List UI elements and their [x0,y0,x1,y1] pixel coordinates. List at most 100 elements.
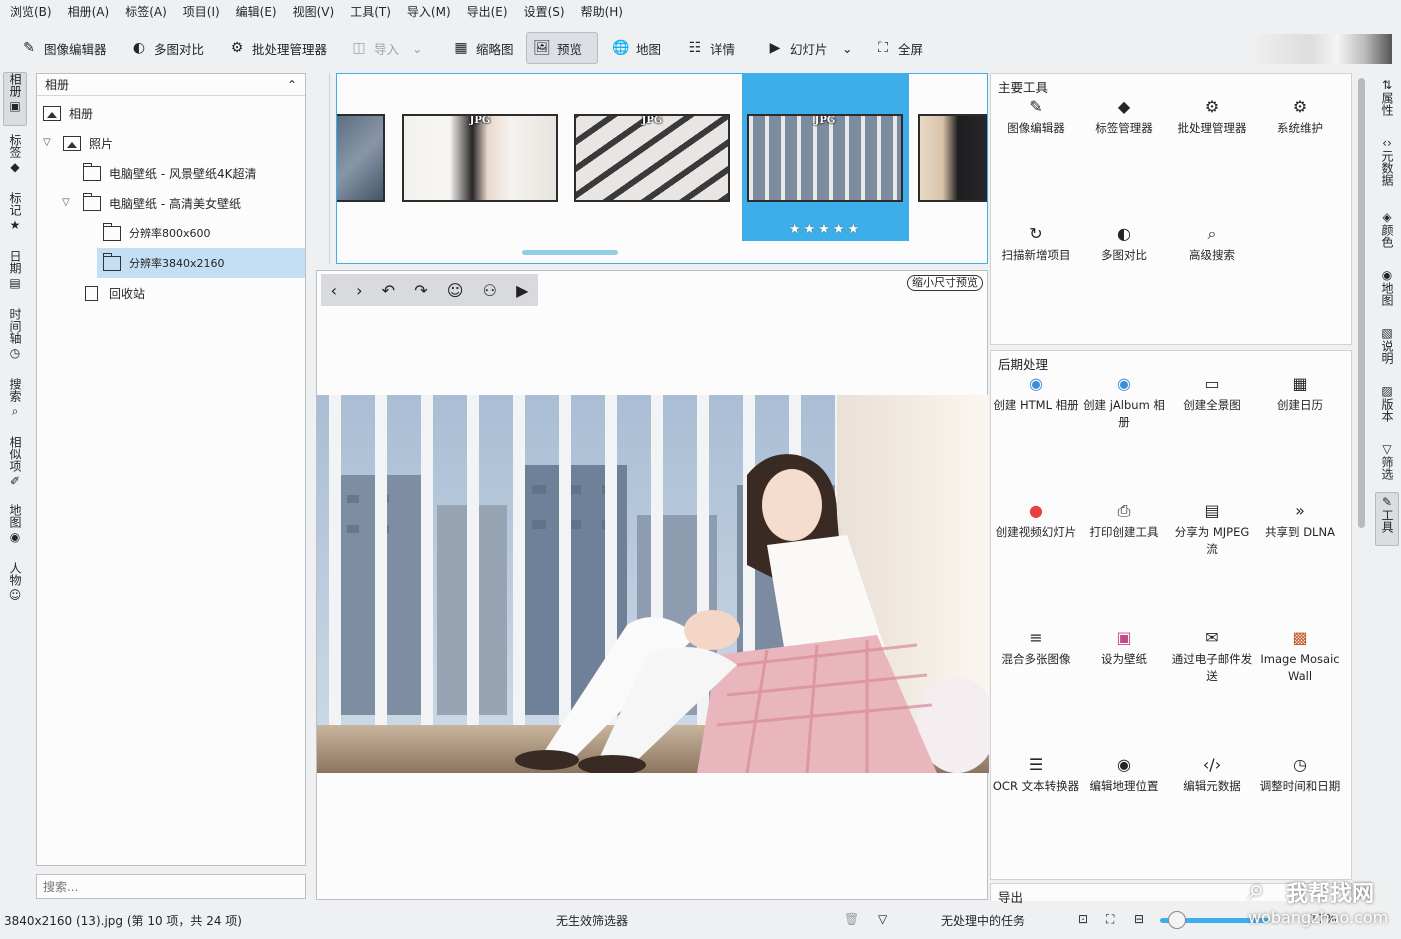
zoom-out-icon[interactable]: ⊟ [1134,912,1144,926]
tool-maintenance[interactable]: ⚙ 系统维护 [1256,96,1344,137]
person-icon[interactable]: ☺ [447,281,464,300]
tool-tag-manager[interactable]: ◆ 标签管理器 [1080,96,1168,137]
tab-tags[interactable]: 标签 ◆ [3,134,27,184]
menu-item[interactable]: 项目(I) [177,1,230,23]
import-button[interactable]: ◫ 导入 [344,32,405,64]
thumbnail[interactable] [918,114,987,202]
tool-create-panorama[interactable]: ▭ 创建全景图 [1168,373,1256,414]
tool-edit-geolocation[interactable]: ◉ 编辑地理位置 [1080,754,1168,795]
menu-help[interactable]: 帮助(H) [575,1,633,23]
tool-create-jalbum[interactable]: ◉ 创建 jAlbum 相册 [1080,373,1168,431]
thumbnail[interactable] [337,114,385,202]
tab-filters[interactable]: ▽ 筛选 [1375,440,1399,494]
tool-advanced-search[interactable]: ⌕ 高级搜索 [1168,223,1256,264]
zoom-slider-handle[interactable] [1168,911,1186,929]
tool-scan-new-items[interactable]: ↻ 扫描新增项目 [992,223,1080,264]
zoom-original-icon[interactable]: ⛶ [1106,912,1114,927]
tool-ocr[interactable]: ☰ OCR 文本转换器 [992,754,1080,795]
fullscreen-button[interactable]: ⛶ 全屏 [868,32,929,64]
rotate-left-icon[interactable]: ↶ [382,281,395,300]
status-tasks[interactable]: 无处理中的任务 [941,912,1025,929]
menu-tools[interactable]: 工具(T) [344,1,401,23]
chevron-up-icon[interactable]: ⌃ [287,78,297,92]
tree-item-albums[interactable]: 相册 [43,98,305,128]
tab-similar[interactable]: 相似项 ✐ [3,436,27,496]
batch-manager-button[interactable]: ⚙ 批处理管理器 [222,32,333,64]
tree-item-photos[interactable]: 照片 [63,128,305,158]
details-view-button[interactable]: ☷ 详情 [680,32,741,64]
tab-versions[interactable]: ▨ 版本 [1375,382,1399,436]
chevron-down-icon[interactable]: ▽ [62,197,70,208]
slideshow-dropdown-button[interactable]: ⌄ [838,32,856,64]
tool-create-video-slideshow[interactable]: ● 创建视频幻灯片 [992,500,1080,541]
tab-metadata[interactable]: ‹› 元数据 [1375,134,1399,204]
tool-edit-metadata[interactable]: ‹/› 编辑元数据 [1168,754,1256,795]
slideshow-button[interactable]: ▶ 幻灯片 [760,32,834,64]
tab-colors[interactable]: ◈ 颜色 [1375,208,1399,262]
trash-icon[interactable]: 🗑 [844,912,859,926]
chevron-down-icon[interactable]: ▽ [43,137,51,148]
tool-share-dlna[interactable]: » 共享到 DLNA [1256,500,1344,541]
zoom-fit-icon[interactable]: ⊡ [1078,912,1088,926]
tool-adjust-time[interactable]: ◷ 调整时间和日期 [1256,754,1344,795]
thumbnail[interactable]: JPG [574,114,730,202]
tool-compare[interactable]: ◐ 多图对比 [1080,223,1168,264]
filter-icon[interactable]: ▽ [878,912,887,926]
tab-albums[interactable]: 相册 ▣ [3,72,27,126]
tool-blend-images[interactable]: ≡ 混合多张图像 [992,627,1080,668]
thumbnail-selected[interactable]: JPG [747,114,903,202]
tab-labels[interactable]: 标记 ★ [3,192,27,242]
tool-share-mjpeg[interactable]: ▤ 分享为 MJPEG 流 [1168,500,1256,558]
tab-tools[interactable]: ✎ 工具 [1375,492,1399,546]
tool-set-wallpaper[interactable]: ▣ 设为壁纸 [1080,627,1168,668]
play-icon[interactable]: ▶ [516,281,528,300]
shrink-preview-button[interactable]: 缩小尺寸预览 [907,275,983,291]
tool-print-creator[interactable]: ⎙ 打印创建工具 [1080,500,1168,541]
status-filter[interactable]: 无生效筛选器 [556,912,628,929]
tool-mosaic-wall[interactable]: ▩ Image Mosaic Wall [1256,627,1344,685]
map-view-button[interactable]: 🌐 地图 [606,32,667,64]
menu-view[interactable]: 视图(V) [287,1,345,23]
menu-import[interactable]: 导入(M) [401,1,461,23]
add-person-icon[interactable]: ⚇ [483,281,497,300]
tab-properties[interactable]: ⇅ 属性 [1375,76,1399,130]
tab-captions[interactable]: ▧ 说明 [1375,324,1399,378]
menu-album[interactable]: 相册(A) [62,1,120,23]
tree-item-800x600[interactable]: 分辨率800x600 [103,218,305,248]
splitter-handle[interactable] [316,73,330,264]
tree-item-landscape-wallpaper[interactable]: 电脑壁纸 - 风景壁纸4K超清 [83,158,305,188]
preview-view-button[interactable]: 🖼 预览 [526,32,598,64]
tab-people[interactable]: 人物 ☺ [3,562,27,612]
next-icon[interactable]: › [356,281,362,300]
tool-create-calendar[interactable]: ▦ 创建日历 [1256,373,1344,414]
layers-icon: ≡ [1029,628,1043,647]
rating-stars[interactable]: ★★★★★ [742,222,909,237]
tool-batch-manager[interactable]: ⚙ 批处理管理器 [1168,96,1256,137]
tool-create-html-album[interactable]: ◉ 创建 HTML 相册 [992,373,1080,414]
menu-tag[interactable]: 标签(A) [119,1,177,23]
tool-image-editor[interactable]: ✎ 图像编辑器 [992,96,1080,137]
rotate-right-icon[interactable]: ↷ [414,281,427,300]
album-search-input[interactable] [36,874,306,899]
tree-item-trash[interactable]: 回收站 [83,278,305,308]
image-editor-button[interactable]: ✎ 图像编辑器 [14,32,113,64]
tab-timeline[interactable]: 时间轴 ◷ [3,308,27,370]
tool-send-email[interactable]: ✉ 通过电子邮件发送 [1168,627,1256,685]
previous-icon[interactable]: ‹ [331,281,337,300]
compare-button[interactable]: ◐ 多图对比 [124,32,210,64]
horizontal-scrollbar[interactable] [522,250,618,255]
tab-geolocation[interactable]: ◉ 地图 [1375,266,1399,320]
thumbnail[interactable]: JPG [402,114,558,202]
thumbnail-view-button[interactable]: ▦ 缩略图 [446,32,520,64]
menu-export[interactable]: 导出(E) [461,1,518,23]
tab-map[interactable]: 地图 ◉ [3,504,27,554]
menu-browse[interactable]: 浏览(B) [4,1,62,23]
tree-item-3840x2160[interactable]: 分辨率3840x2160 [97,248,305,278]
menu-settings[interactable]: 设置(S) [518,1,575,23]
tree-item-beauty-wallpaper[interactable]: 电脑壁纸 - 高清美女壁纸 [83,188,305,218]
tab-dates[interactable]: 日期 ▤ [3,250,27,300]
import-dropdown-button[interactable]: ⌄ [408,32,426,64]
vertical-scrollbar[interactable] [1358,78,1365,528]
menu-edit[interactable]: 编辑(E) [230,1,287,23]
tab-search[interactable]: 搜索 ⌕ [3,378,27,428]
